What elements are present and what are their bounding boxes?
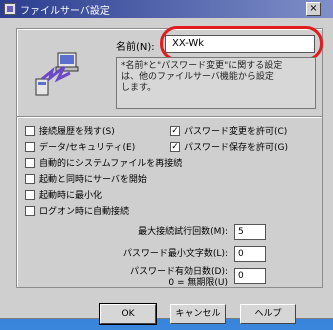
option-label: データ/セキュリティ(E): [39, 143, 136, 153]
option-label: 起動時に最小化: [39, 191, 103, 201]
window-app-icon: [4, 3, 16, 15]
file-server-icon: [35, 52, 79, 96]
option-allow-password-change[interactable]: ✓ パスワード変更を許可(C): [170, 124, 287, 137]
checkbox-checked[interactable]: ✓: [170, 125, 180, 136]
option-start-server[interactable]: 起動と同時にサーバを開始: [25, 172, 147, 185]
max-attempts-label: 最大接続試行回数(M):: [138, 227, 228, 237]
checkbox[interactable]: [25, 205, 35, 216]
name-label: 名前(N):: [116, 42, 155, 53]
max-attempts-input[interactable]: 5: [234, 224, 266, 240]
highlight-oval: [160, 26, 323, 61]
description-text: *名前*と"パスワード変更"に関する設定 は、他のファイルサーバ機能から設定 し…: [116, 57, 316, 109]
password-expiry-label: パスワード有効日数(D): 0 = 無期限(U): [130, 267, 228, 288]
option-data-security[interactable]: データ/セキュリティ(E): [25, 140, 135, 153]
option-label: 接続履歴を残す(S): [39, 127, 115, 137]
window-title: ファイルサーバ設定: [20, 6, 110, 17]
ok-button[interactable]: OK: [99, 303, 157, 325]
cancel-button[interactable]: キャンセル: [170, 304, 226, 324]
option-label: 自動的にシステムファイルを再接続: [39, 159, 183, 169]
checkbox[interactable]: [25, 125, 35, 136]
checkbox-checked[interactable]: ✓: [170, 141, 180, 152]
checkbox[interactable]: [25, 173, 35, 184]
file-server-settings-dialog: ファイルサーバ設定 × 名前(N): XX-Wk *名前*と"パスワード変更"に…: [0, 0, 333, 325]
help-button[interactable]: ヘルプ: [240, 304, 296, 324]
option-label: 起動と同時にサーバを開始: [39, 175, 147, 185]
checkbox[interactable]: [25, 157, 35, 168]
option-label: パスワード変更を許可(C): [184, 127, 288, 137]
title-bar[interactable]: ファイルサーバ設定 ×: [0, 0, 333, 18]
checkbox[interactable]: [25, 141, 35, 152]
option-allow-password-save[interactable]: ✓ パスワード保存を許可(G): [170, 140, 288, 153]
min-password-length-label: パスワード最小文字数(L):: [122, 249, 228, 259]
checkbox[interactable]: [25, 189, 35, 200]
option-minimize[interactable]: 起動時に最小化: [25, 188, 102, 201]
password-expiry-input[interactable]: 0: [234, 268, 266, 284]
option-auto-reconnect[interactable]: 自動的にシステムファイルを再接続: [25, 156, 182, 169]
option-label: パスワード保存を許可(G): [184, 143, 288, 153]
option-keep-history[interactable]: 接続履歴を残す(S): [25, 124, 115, 137]
min-password-length-input[interactable]: 0: [234, 246, 266, 262]
close-button[interactable]: ×: [306, 2, 321, 16]
option-auto-connect[interactable]: ログオン時に自動接続: [25, 204, 129, 217]
option-label: ログオン時に自動接続: [39, 207, 130, 217]
